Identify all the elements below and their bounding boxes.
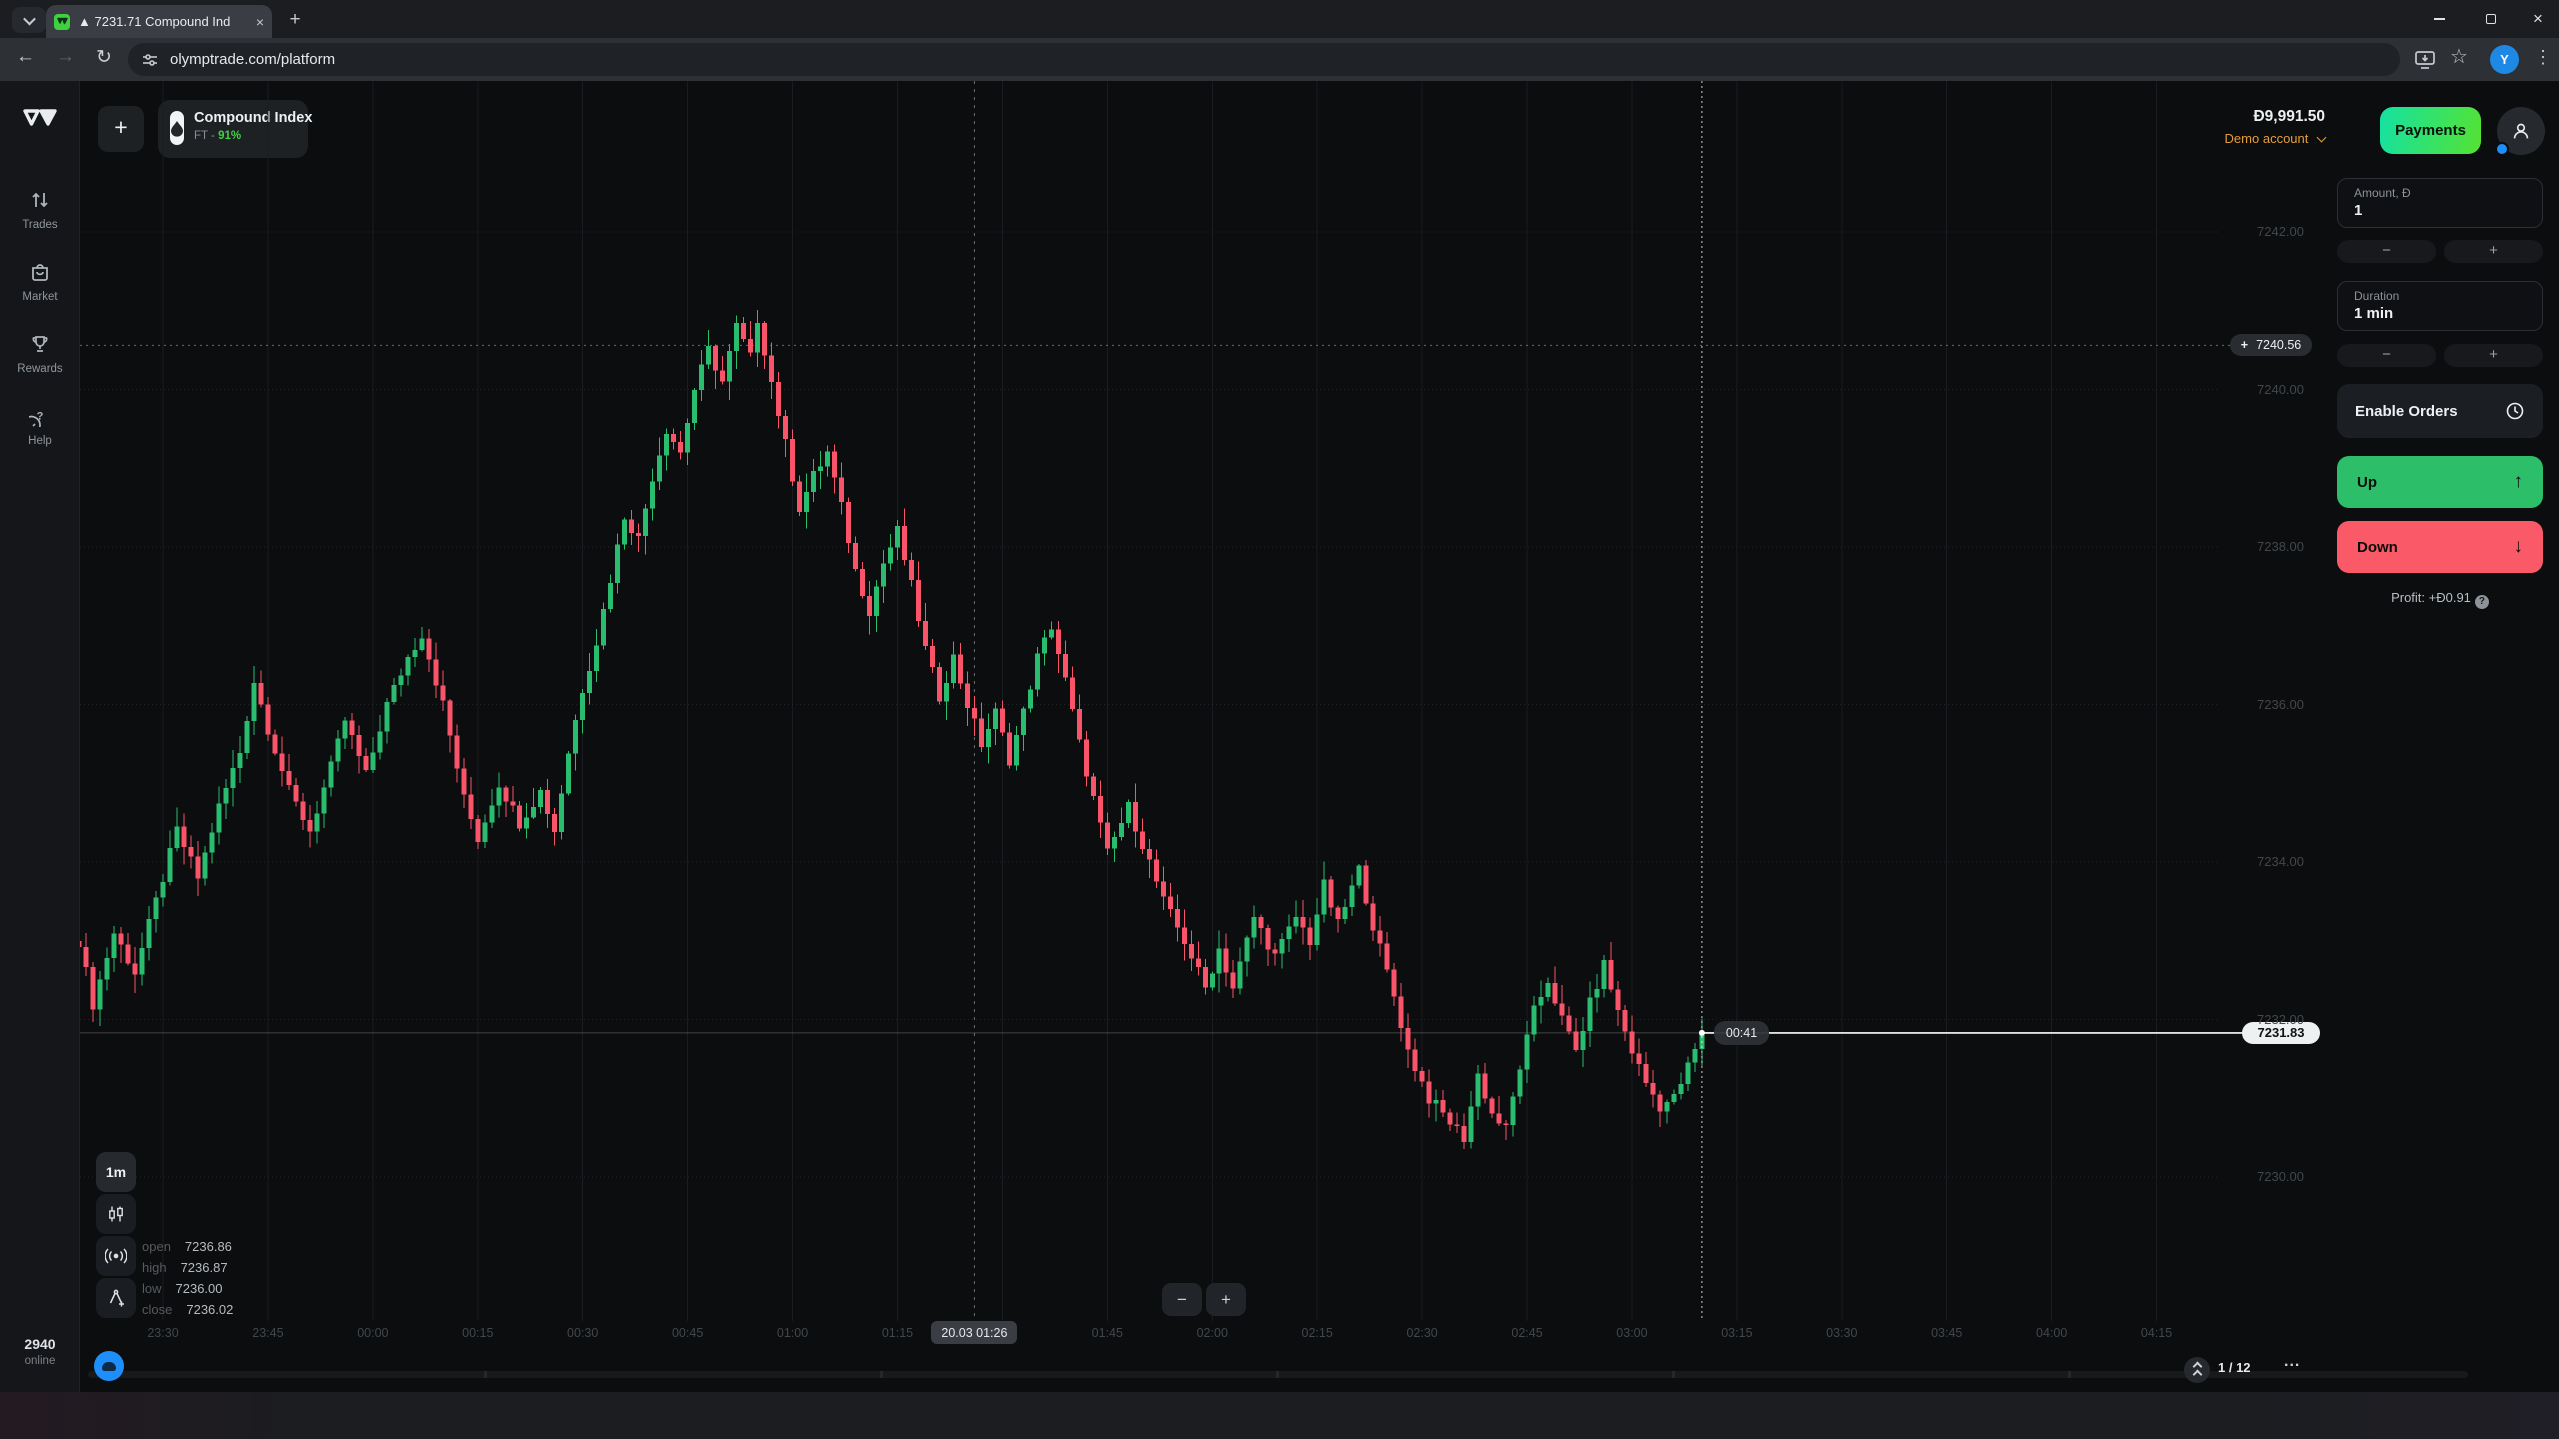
ohlc-close-row: close7236.02	[142, 1302, 233, 1317]
sidebar-item-trades[interactable]: Trades	[0, 189, 80, 231]
time-axis-label: 03:00	[1616, 1326, 1647, 1340]
candlestick-series	[80, 310, 1704, 1149]
help-icon: ?	[29, 405, 51, 427]
olymptrade-logo	[22, 107, 58, 133]
online-counter: 2940 online	[0, 1336, 80, 1367]
time-axis-label: 01:15	[882, 1326, 913, 1340]
browser-tab-strip: ▲ 7231.71 Compound Index | T × + ×	[0, 0, 2559, 38]
sidebar-item-market[interactable]: Market	[0, 261, 80, 303]
tab-search-button[interactable]	[12, 7, 46, 33]
expiry-countdown: 00:41	[1714, 1021, 1769, 1045]
screen: { "glyphs":{"plus":"+","minus":"−","clos…	[0, 0, 2559, 1439]
time-axis-label: 01:45	[1092, 1326, 1123, 1340]
price-axis-label: 7240.00	[2230, 382, 2304, 397]
trading-platform: Trades Market Rewards ? Help 2940 online…	[0, 81, 2559, 1392]
plus-icon: +	[2241, 338, 2248, 352]
sidebar-label: Help	[0, 435, 80, 447]
tab-close-icon[interactable]: ×	[256, 14, 264, 30]
arc-icon	[102, 1362, 116, 1371]
address-bar[interactable]: olymptrade.com/platform	[128, 43, 2400, 76]
windows-taskbar: 2 28°C Berawan Y Y 3:10 AM 3/20/2026	[0, 1392, 2559, 1439]
window-minimize-button[interactable]	[2416, 0, 2462, 38]
candlestick-icon	[107, 1205, 125, 1223]
chevron-up-icon	[2192, 1369, 2202, 1379]
price-chart[interactable]: + 7240.56 7231.83 00:41 20.03 01:26 1m o…	[80, 81, 2559, 1392]
time-axis-label: 02:30	[1406, 1326, 1437, 1340]
timeframe-button[interactable]: 1m	[96, 1152, 136, 1192]
chart-grid	[80, 81, 2220, 1321]
window-maximize-button[interactable]	[2468, 0, 2514, 38]
ohlc-low-row: low7236.00	[142, 1281, 223, 1296]
browser-profile-avatar[interactable]: Y	[2490, 45, 2519, 74]
live-signal-icon	[105, 1248, 127, 1264]
market-icon	[29, 261, 51, 283]
time-axis-label: 03:45	[1931, 1326, 1962, 1340]
url-text: olymptrade.com/platform	[170, 51, 335, 68]
online-count: 2940	[0, 1336, 80, 1352]
live-signal-button[interactable]	[96, 1236, 136, 1276]
time-axis-label: 00:00	[357, 1326, 388, 1340]
new-tab-button[interactable]: +	[283, 8, 307, 32]
site-favicon	[54, 14, 70, 30]
site-settings-icon[interactable]	[142, 52, 158, 68]
maximize-icon	[2486, 14, 2496, 24]
sidebar-item-rewards[interactable]: Rewards	[0, 333, 80, 375]
time-axis-label: 23:45	[252, 1326, 283, 1340]
sidebar-label: Market	[0, 291, 80, 303]
time-axis-label: 04:00	[2036, 1326, 2067, 1340]
pager-count: 1 / 12	[2218, 1360, 2251, 1375]
svg-text:?: ?	[37, 411, 44, 423]
time-axis-label: 03:30	[1826, 1326, 1857, 1340]
crosshair-time-tag: 20.03 01:26	[931, 1321, 1017, 1344]
time-axis-label: 04:15	[2141, 1326, 2172, 1340]
sidebar-label: Trades	[0, 219, 80, 231]
ohlc-high-row: high7236.87	[142, 1260, 228, 1275]
time-axis-label: 02:15	[1302, 1326, 1333, 1340]
price-axis-label: 7238.00	[2230, 539, 2304, 554]
more-options-button[interactable]: ...	[2284, 1353, 2300, 1371]
price-axis-label: 7242.00	[2230, 224, 2304, 239]
bookmark-star-icon[interactable]: ☆	[2450, 44, 2468, 69]
back-button[interactable]: ←	[16, 46, 35, 68]
price-axis-label: 7234.00	[2230, 854, 2304, 869]
minimize-icon	[2434, 18, 2445, 20]
tab-title: ▲ 7231.71 Compound Index | T	[78, 14, 230, 29]
strike-price-value: 7240.56	[2256, 338, 2301, 352]
online-label: online	[0, 1355, 80, 1367]
chart-scrollbar[interactable]	[88, 1371, 2468, 1378]
sidebar-label: Rewards	[0, 363, 80, 375]
candlestick-canvas	[80, 81, 2559, 1392]
rewards-icon	[29, 333, 51, 355]
time-axis-label: 00:30	[567, 1326, 598, 1340]
time-axis-label: 00:15	[462, 1326, 493, 1340]
sidebar-item-help[interactable]: ? Help	[0, 405, 80, 447]
browser-menu-icon[interactable]: ⋮	[2534, 47, 2552, 68]
install-app-icon[interactable]	[2414, 49, 2436, 71]
sidebar: Trades Market Rewards ? Help 2940 online	[0, 81, 80, 1392]
time-axis-label: 03:15	[1721, 1326, 1752, 1340]
layouts-pager-button[interactable]	[2184, 1357, 2210, 1383]
time-axis-label: 02:45	[1511, 1326, 1542, 1340]
time-axis-label: 00:45	[672, 1326, 703, 1340]
scroll-to-live-button[interactable]	[94, 1351, 124, 1381]
chevron-down-icon	[23, 12, 36, 25]
price-axis-label: 7232.00	[2230, 1012, 2304, 1027]
strike-price-tag[interactable]: + 7240.56	[2230, 334, 2312, 356]
trades-icon	[29, 189, 51, 211]
time-axis-label: 02:00	[1197, 1326, 1228, 1340]
time-axis-label: 01:00	[777, 1326, 808, 1340]
time-axis-label: 23:30	[147, 1326, 178, 1340]
price-axis-label: 7230.00	[2230, 1169, 2304, 1184]
window-close-button[interactable]: ×	[2515, 0, 2559, 38]
ohlc-open-row: open7236.86	[142, 1239, 232, 1254]
browser-tab[interactable]: ▲ 7231.71 Compound Index | T ×	[46, 5, 272, 38]
price-axis-label: 7236.00	[2230, 697, 2304, 712]
drawing-tools-button[interactable]	[96, 1278, 136, 1318]
reload-button[interactable]: ↻	[96, 46, 112, 69]
zoom-out-button[interactable]: −	[1162, 1283, 1202, 1316]
compass-icon	[107, 1289, 125, 1307]
forward-button[interactable]: →	[56, 46, 75, 68]
chart-type-button[interactable]	[96, 1194, 136, 1234]
zoom-in-button[interactable]: +	[1206, 1283, 1246, 1316]
